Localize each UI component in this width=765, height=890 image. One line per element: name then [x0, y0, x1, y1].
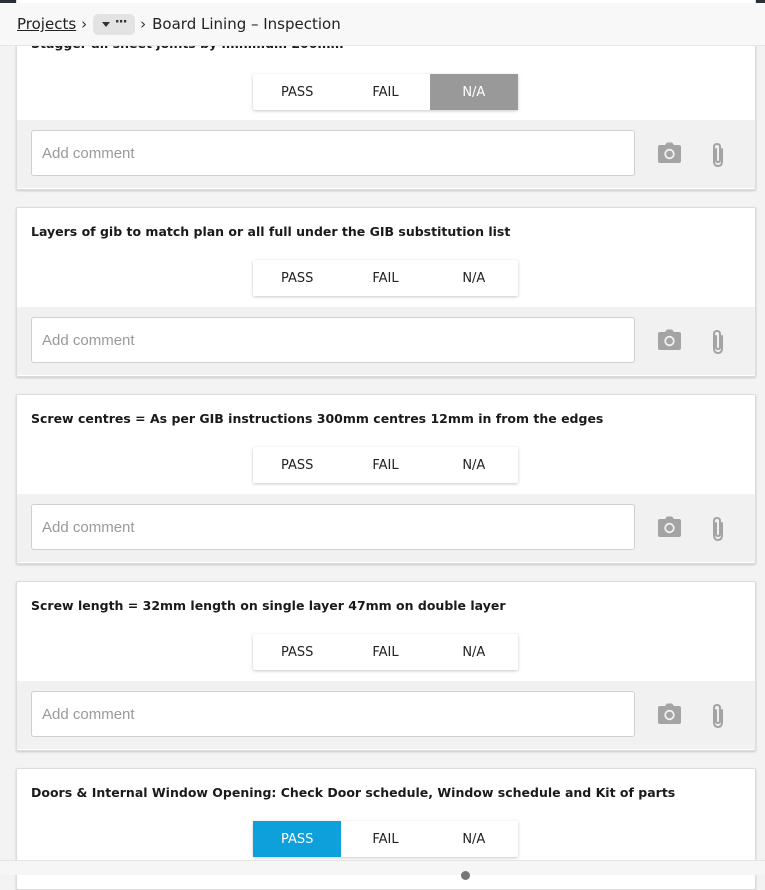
pass-button[interactable]: PASS	[253, 74, 341, 110]
result-selector: PASS FAIL N/A	[253, 260, 518, 296]
pass-button[interactable]: PASS	[253, 821, 342, 857]
chevron-right-icon: ›	[140, 15, 147, 33]
comment-input[interactable]: Add comment	[31, 691, 635, 737]
pass-button[interactable]: PASS	[253, 260, 341, 296]
comment-row: Add comment	[17, 120, 755, 188]
paperclip-icon[interactable]	[710, 329, 726, 355]
comment-row: Add comment	[17, 307, 755, 375]
breadcrumb-overflow-button[interactable]: ···	[93, 13, 136, 35]
ellipsis-icon: ···	[114, 15, 128, 30]
fail-button[interactable]: FAIL	[341, 447, 429, 483]
camera-icon[interactable]	[657, 516, 682, 538]
paperclip-icon[interactable]	[710, 703, 726, 729]
fail-button[interactable]: FAIL	[341, 260, 429, 296]
result-selector: PASS FAIL N/A	[253, 74, 518, 110]
comment-input[interactable]: Add comment	[31, 130, 635, 176]
item-title: Doors & Internal Window Opening: Check D…	[31, 785, 676, 800]
fail-button[interactable]: FAIL	[341, 821, 429, 857]
na-button[interactable]: N/A	[430, 447, 518, 483]
result-selector: PASS FAIL N/A	[253, 634, 518, 670]
comment-row: Add comment	[17, 494, 755, 562]
fail-button[interactable]: FAIL	[341, 74, 429, 110]
item-title: Layers of gib to match plan or all full …	[31, 224, 511, 239]
chevron-right-icon: ›	[81, 15, 88, 33]
result-selector: PASS FAIL N/A	[253, 447, 518, 483]
na-button[interactable]: N/A	[430, 260, 518, 296]
pass-button[interactable]: PASS	[253, 634, 341, 670]
result-selector: PASS FAIL N/A	[253, 821, 518, 857]
checklist-item: Screw length = 32mm length on single lay…	[16, 581, 756, 751]
camera-icon[interactable]	[657, 142, 682, 164]
checklist-item: Layers of gib to match plan or all full …	[16, 207, 756, 377]
breadcrumb-projects-link[interactable]: Projects	[17, 15, 76, 33]
breadcrumb: Projects › ··· › Board Lining – Inspecti…	[0, 3, 765, 46]
page-title: Board Lining – Inspection	[152, 15, 341, 33]
pass-button[interactable]: PASS	[253, 447, 341, 483]
comment-input[interactable]: Add comment	[31, 504, 635, 550]
na-button[interactable]: N/A	[430, 821, 518, 857]
camera-icon[interactable]	[657, 329, 682, 351]
paperclip-icon[interactable]	[710, 142, 726, 168]
na-button[interactable]: N/A	[429, 74, 518, 110]
item-title: Screw centres = As per GIB instructions …	[31, 411, 604, 426]
scroll-indicator	[461, 871, 470, 880]
comment-input[interactable]: Add comment	[31, 317, 635, 363]
camera-icon[interactable]	[657, 703, 682, 725]
bottom-bar	[0, 860, 765, 880]
na-button[interactable]: N/A	[430, 634, 518, 670]
comment-row: Add comment	[17, 681, 755, 749]
item-title: Screw length = 32mm length on single lay…	[31, 598, 506, 613]
dropdown-icon	[101, 21, 110, 27]
checklist-item: Screw centres = As per GIB instructions …	[16, 394, 756, 564]
paperclip-icon[interactable]	[710, 516, 726, 542]
fail-button[interactable]: FAIL	[341, 634, 429, 670]
